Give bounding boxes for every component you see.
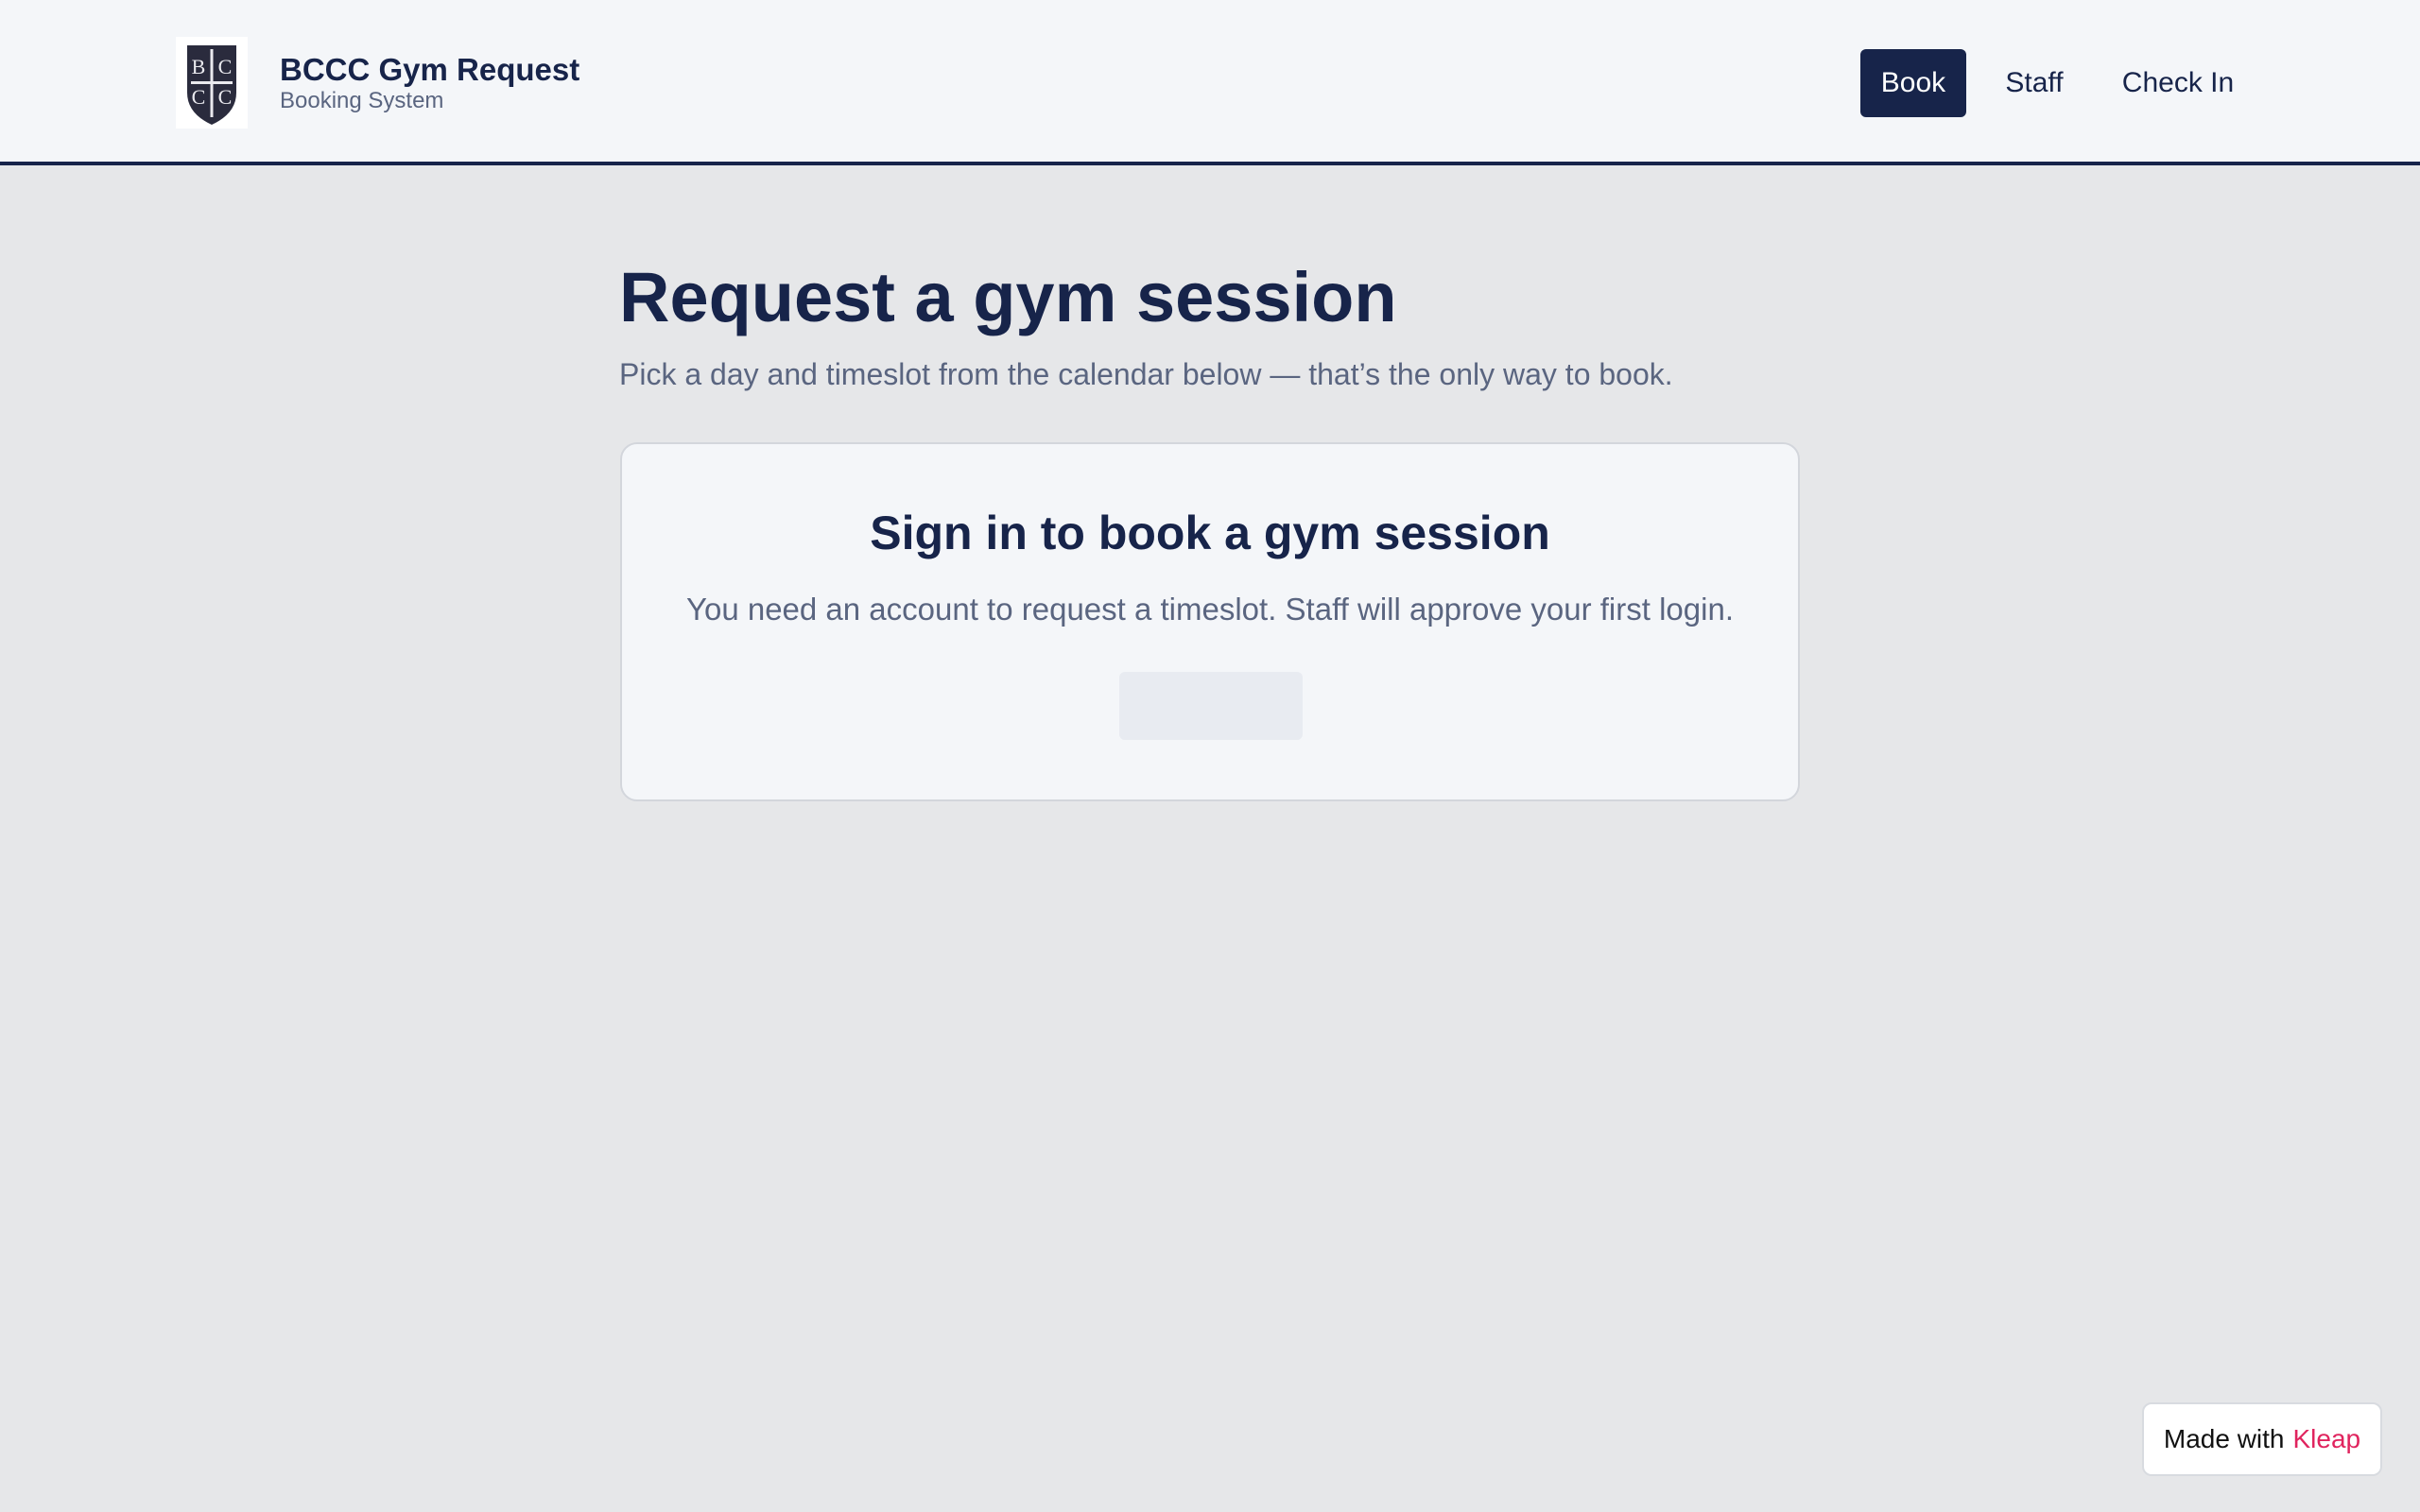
nav-staff-link[interactable]: Staff [1985,49,2083,117]
main-nav: Book Staff Check In [0,49,2420,117]
made-with-badge[interactable]: Made with Kleap [2142,1402,2382,1476]
sign-in-card: Sign in to book a gym session You need a… [620,442,1800,801]
sign-in-button[interactable] [1119,672,1303,740]
page-title: Request a gym session [619,258,1397,336]
site-header: B C C C BCCC Gym Request Booking System … [0,0,2420,165]
nav-book-button[interactable]: Book [1860,49,1966,117]
badge-brand: Kleap [2292,1424,2361,1453]
card-title: Sign in to book a gym session [870,507,1550,559]
page-subtitle: Pick a day and timeslot from the calenda… [619,357,1673,391]
badge-prefix: Made with [2163,1424,2285,1453]
nav-check-in-link[interactable]: Check In [2110,49,2246,117]
card-text: You need an account to request a timeslo… [686,592,1734,627]
